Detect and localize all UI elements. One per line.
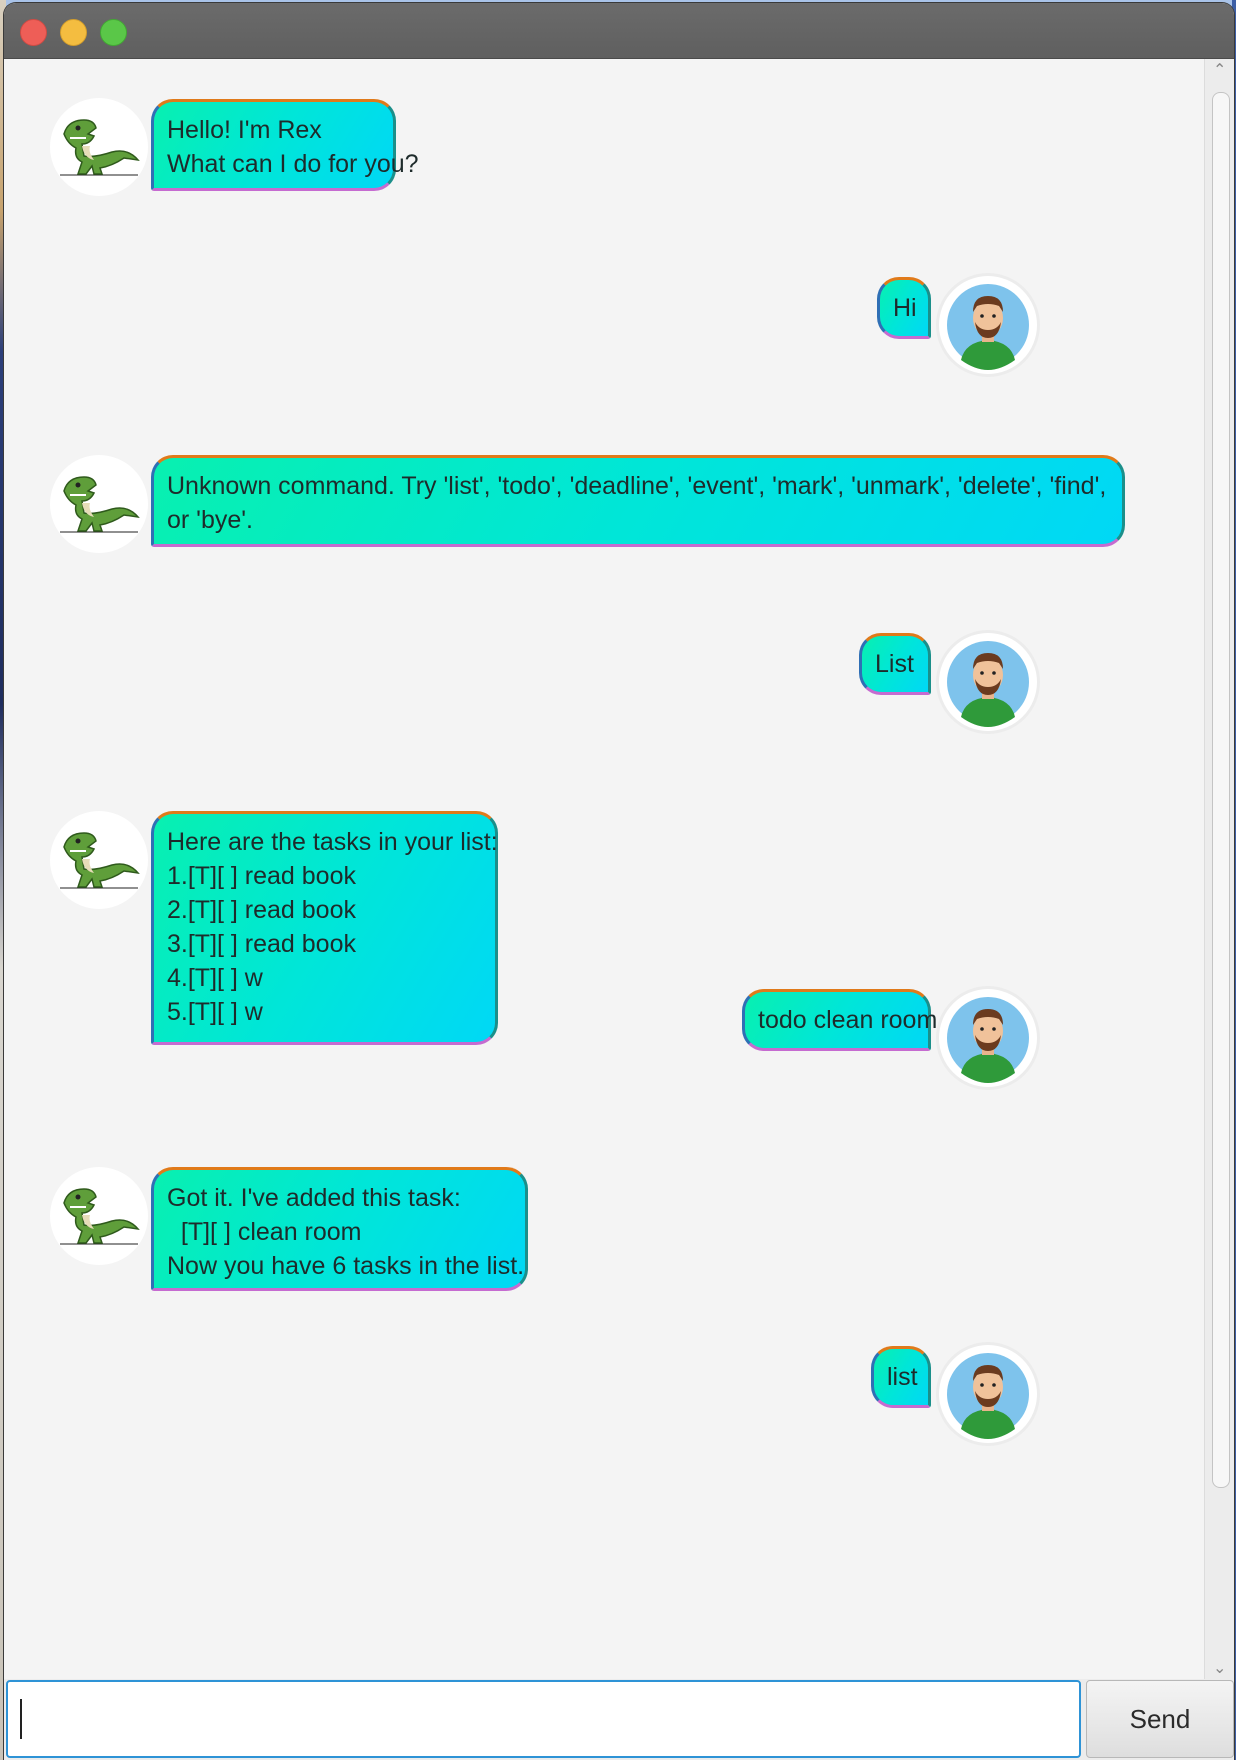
- man-icon: [947, 1353, 1029, 1439]
- dinosaur-icon: [60, 476, 140, 533]
- dinosaur-icon: [60, 119, 140, 176]
- user-message-bubble: List: [859, 633, 931, 695]
- message-input[interactable]: [6, 1680, 1081, 1758]
- user-message-bubble: todo clean room: [742, 989, 937, 1051]
- man-icon: [947, 641, 1029, 727]
- minimize-window-button[interactable]: [60, 19, 87, 46]
- bot-message-bubble: Hello! I'm Rex What can I do for you?: [151, 99, 419, 191]
- input-row: Send: [4, 1679, 1234, 1760]
- user-message-bubble: list: [871, 1346, 931, 1408]
- bot-avatar: [50, 811, 148, 909]
- bot-avatar: [50, 1167, 148, 1265]
- vertical-scrollbar[interactable]: ⌃ ⌄: [1204, 59, 1234, 1679]
- scroll-down-icon[interactable]: ⌄: [1213, 1661, 1226, 1677]
- man-icon: [947, 997, 1029, 1083]
- app-window: Hello! I'm Rex What can I do for you? Hi…: [4, 3, 1234, 1760]
- user-avatar: [939, 989, 1037, 1087]
- bot-message-bubble: Got it. I've added this task: [T][ ] cle…: [151, 1167, 528, 1291]
- bot-message-bubble: Here are the tasks in your list: 1.[T][ …: [151, 811, 498, 1045]
- user-avatar: [939, 276, 1037, 374]
- dinosaur-icon: [60, 1188, 140, 1245]
- scrollbar-thumb[interactable]: [1212, 92, 1230, 1488]
- man-icon: [947, 284, 1029, 370]
- bot-message-bubble: Unknown command. Try 'list', 'todo', 'de…: [151, 455, 1125, 547]
- close-window-button[interactable]: [20, 19, 47, 46]
- text-caret: [20, 1699, 22, 1739]
- title-bar: [4, 3, 1234, 59]
- scroll-up-icon[interactable]: ⌃: [1213, 63, 1226, 79]
- dinosaur-icon: [60, 832, 140, 889]
- user-message-bubble: Hi: [877, 277, 931, 339]
- send-button[interactable]: Send: [1086, 1680, 1234, 1758]
- bot-avatar: [50, 455, 148, 553]
- bot-avatar: [50, 98, 148, 196]
- user-avatar: [939, 1345, 1037, 1443]
- user-avatar: [939, 633, 1037, 731]
- zoom-window-button[interactable]: [100, 19, 127, 46]
